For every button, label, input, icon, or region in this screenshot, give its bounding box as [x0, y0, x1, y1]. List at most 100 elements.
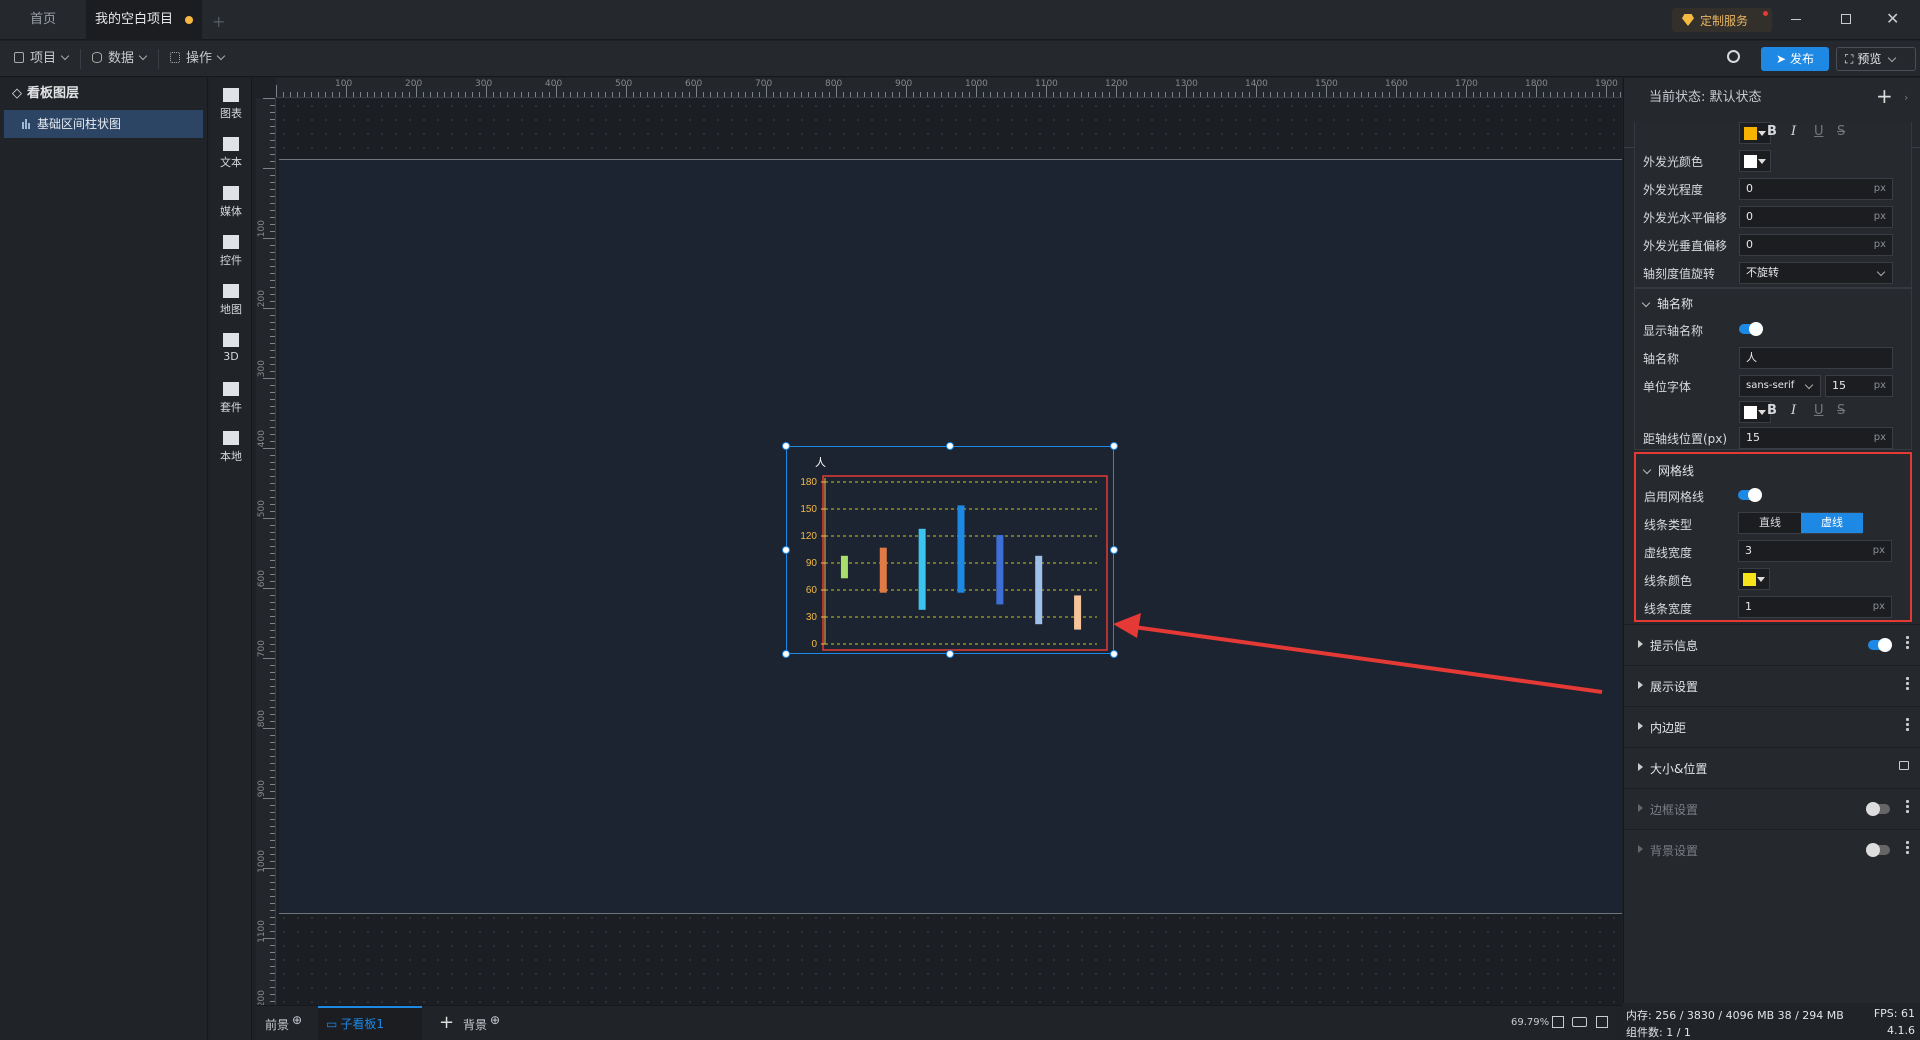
italic-icon[interactable]: I: [1791, 124, 1796, 139]
section-title: 提示信息: [1650, 639, 1699, 653]
menu-data[interactable]: 数据: [82, 41, 156, 77]
add-board-icon[interactable]: +: [439, 1012, 454, 1033]
background-toggle[interactable]: [1866, 843, 1890, 857]
tool-5[interactable]: 3D: [210, 333, 252, 363]
resize-handle[interactable]: [782, 546, 790, 554]
resize-handle[interactable]: [782, 442, 790, 450]
more-icon[interactable]: [1906, 840, 1909, 855]
tick-rotate-select[interactable]: 不旋转: [1739, 262, 1893, 284]
ruler-tick: [318, 92, 319, 97]
glow-v-input[interactable]: 0 px: [1739, 234, 1893, 256]
tool-7[interactable]: 本地: [210, 431, 252, 464]
menu-project[interactable]: 项目: [4, 41, 78, 77]
subboard-tab[interactable]: ▭ 子看板1: [318, 1006, 422, 1040]
custom-service-button[interactable]: 定制服务: [1672, 8, 1772, 32]
axis-name-group-header[interactable]: 轴名称: [1641, 295, 1693, 312]
glow-h-input[interactable]: 0 px: [1739, 206, 1893, 228]
ruler-tick: [654, 92, 655, 97]
bold-icon[interactable]: B: [1767, 403, 1777, 418]
dash-width-input[interactable]: 3 px: [1738, 540, 1892, 562]
menu-operate[interactable]: 操作: [160, 41, 234, 77]
unit-font-select[interactable]: sans-serif: [1739, 375, 1821, 397]
state-label: 当前状态:: [1649, 90, 1706, 105]
more-icon[interactable]: [1906, 635, 1909, 650]
strikethrough-icon[interactable]: S: [1837, 124, 1845, 139]
more-icon[interactable]: [1906, 717, 1909, 732]
line-width-input[interactable]: 1 px: [1738, 596, 1892, 618]
line-color-swatch[interactable]: [1738, 568, 1770, 590]
preview-button[interactable]: ⛶ 预览: [1836, 47, 1916, 71]
grid-group-header[interactable]: 网格线: [1642, 462, 1694, 479]
enable-grid-toggle[interactable]: [1738, 488, 1762, 502]
y-tick-label: 60: [806, 585, 818, 596]
tool-1[interactable]: 文本: [210, 137, 252, 170]
ruler-tick: [927, 92, 928, 97]
ruler-tick: [1557, 92, 1558, 97]
add-state-icon[interactable]: +: [1876, 78, 1893, 116]
tool-3[interactable]: 控件: [210, 235, 252, 268]
underline-icon[interactable]: U: [1814, 124, 1824, 139]
line-type-solid-option[interactable]: 直线: [1739, 513, 1801, 533]
new-tab-icon[interactable]: +: [212, 12, 225, 31]
minimize-icon[interactable]: [1791, 19, 1801, 20]
search-icon[interactable]: [1727, 50, 1740, 63]
close-icon[interactable]: ✕: [1886, 9, 1899, 28]
selected-chart-component[interactable]: 0 30 60 90 120 150 180 人: [786, 446, 1114, 654]
preview-label: 预览: [1857, 52, 1882, 66]
properties-panel: 当前状态: 默认状态 + › 样式 交互 数据 代码 B I U S 外发光颜色…: [1623, 78, 1920, 1003]
fit-screen-icon[interactable]: [1552, 1016, 1564, 1028]
ruler-tick: [437, 92, 438, 97]
section-padding[interactable]: 内边距: [1624, 706, 1920, 746]
ruler-tick: [270, 105, 275, 106]
unit-font-size-input[interactable]: 15 px: [1825, 375, 1893, 397]
front-layer-tab[interactable]: 前景 ⊕: [265, 1013, 302, 1033]
lock-icon[interactable]: [1899, 761, 1909, 770]
line-type-dashed-option[interactable]: 虚线: [1801, 513, 1863, 533]
underline-icon[interactable]: U: [1814, 403, 1824, 418]
glow-degree-input[interactable]: 0 px: [1739, 178, 1893, 200]
ruler-tick: [270, 504, 275, 505]
tooltip-toggle[interactable]: [1868, 638, 1892, 652]
ruler-tick: [1095, 92, 1096, 97]
section-display[interactable]: 展示设置: [1624, 665, 1920, 705]
tab-home[interactable]: 首页: [0, 0, 86, 40]
more-icon[interactable]: [1906, 799, 1909, 814]
terminal-icon[interactable]: [1596, 1016, 1608, 1028]
tool-4[interactable]: 地图: [210, 284, 252, 317]
strikethrough-icon[interactable]: S: [1837, 403, 1845, 418]
show-axis-name-toggle[interactable]: [1739, 322, 1763, 336]
publish-button[interactable]: ➤ 发布: [1761, 47, 1829, 71]
ruler-tick: [668, 92, 669, 97]
axis-name-input[interactable]: 人: [1739, 347, 1893, 369]
unit-label: px: [1873, 183, 1886, 194]
border-toggle[interactable]: [1866, 802, 1890, 816]
tab-project[interactable]: 我的空白项目: [86, 0, 202, 40]
resize-handle[interactable]: [1110, 442, 1118, 450]
section-border[interactable]: 边框设置: [1624, 788, 1920, 828]
restore-icon[interactable]: [1841, 14, 1851, 24]
add-circle-icon[interactable]: ⊕: [490, 1013, 500, 1027]
chevron-right-icon[interactable]: ›: [1904, 78, 1908, 118]
back-layer-tab[interactable]: 背景 ⊕: [463, 1013, 500, 1033]
section-tooltip[interactable]: 提示信息: [1624, 624, 1920, 664]
layer-item[interactable]: 基础区间柱状图: [4, 110, 203, 138]
bold-icon[interactable]: B: [1767, 124, 1777, 139]
resize-handle[interactable]: [782, 650, 790, 658]
resize-handle[interactable]: [946, 650, 954, 658]
zoom-level[interactable]: 69.79%: [1511, 1017, 1549, 1028]
ruler-tick: [507, 92, 508, 97]
italic-icon[interactable]: I: [1791, 403, 1796, 418]
resize-handle[interactable]: [946, 442, 954, 450]
more-icon[interactable]: [1906, 676, 1909, 691]
diamond-icon: [1682, 14, 1694, 26]
tool-2[interactable]: 媒体: [210, 186, 252, 219]
glow-color-swatch[interactable]: [1739, 150, 1771, 172]
section-background[interactable]: 背景设置: [1624, 829, 1920, 869]
keyboard-icon[interactable]: [1572, 1017, 1587, 1027]
tool-6[interactable]: 套件: [210, 382, 252, 415]
tool-0[interactable]: 图表: [210, 88, 252, 121]
add-circle-icon[interactable]: ⊕: [292, 1013, 302, 1027]
canvas[interactable]: 0 30 60 90 120 150 180 人: [277, 99, 1622, 1005]
section-size-position[interactable]: 大小&位置: [1624, 747, 1920, 787]
axis-offset-input[interactable]: 15 px: [1739, 427, 1893, 449]
